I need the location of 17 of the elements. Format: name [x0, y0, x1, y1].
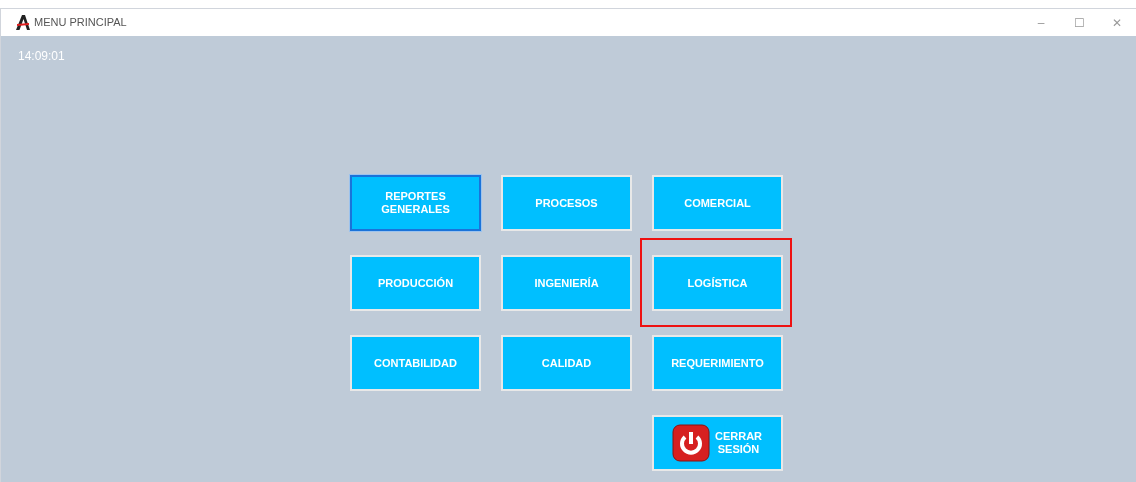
- menu-button[interactable]: REQUERIMIENTO: [652, 335, 783, 391]
- menu-button[interactable]: LOGÍSTICA: [652, 255, 783, 311]
- close-button[interactable]: ✕: [1098, 13, 1136, 32]
- power-icon: [671, 424, 710, 462]
- menu-button[interactable]: PRODUCCIÓN: [350, 255, 481, 311]
- logout-button[interactable]: CERRAR SESIÓN: [652, 415, 783, 471]
- menu-button[interactable]: PROCESOS: [501, 175, 632, 231]
- app-logo-icon: [15, 15, 31, 30]
- menu-button[interactable]: REPORTES GENERALES: [350, 175, 481, 231]
- window-title: MENU PRINCIPAL: [34, 15, 127, 31]
- maximize-button[interactable]: ☐: [1060, 13, 1098, 32]
- menu-button[interactable]: CONTABILIDAD: [350, 335, 481, 391]
- clock-text: 14:09:01: [18, 48, 65, 65]
- menu-button[interactable]: INGENIERÍA: [501, 255, 632, 311]
- menu-button[interactable]: CALIDAD: [501, 335, 632, 391]
- minimize-button[interactable]: –: [1022, 13, 1060, 32]
- menu-button[interactable]: COMERCIAL: [652, 175, 783, 231]
